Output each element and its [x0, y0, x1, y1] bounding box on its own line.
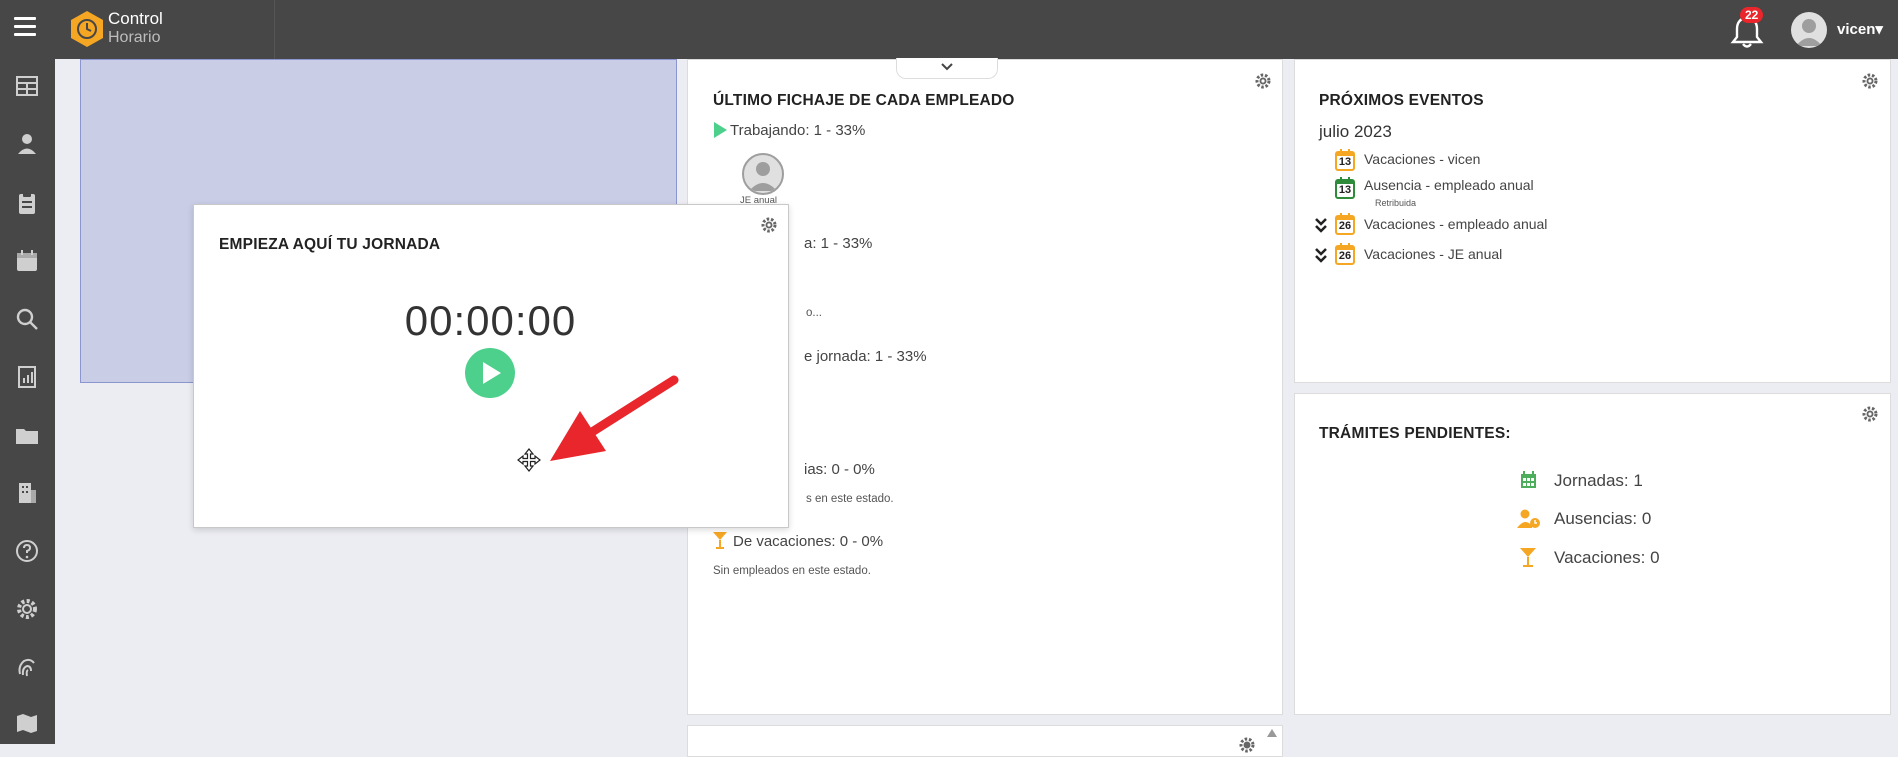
gear-icon[interactable] [1238, 736, 1256, 754]
folder-icon[interactable] [14, 422, 40, 448]
status-row: ias: 0 - 0% [804, 461, 875, 478]
events-month: julio 2023 [1319, 122, 1392, 141]
status-working: Trabajando: 1 - 33% [730, 122, 866, 139]
calendar-day: 13 [1338, 156, 1352, 168]
eventos-panel: PRÓXIMOS EVENTOS julio 2023 13 Vacacione… [1294, 59, 1891, 383]
building-icon[interactable] [14, 480, 40, 506]
top-bar: Control Horario 22 vicen▾ [0, 0, 1898, 59]
map-icon[interactable] [14, 710, 40, 736]
panel-title: TRÁMITES PENDIENTES: [1319, 425, 1511, 442]
tramite-vacaciones[interactable]: Vacaciones: 0 [1554, 548, 1660, 568]
status-row: o... [806, 307, 822, 319]
user-icon[interactable] [14, 131, 40, 157]
double-chevron-down-icon[interactable] [1314, 247, 1328, 263]
clipboard-icon[interactable] [14, 190, 40, 216]
red-arrow-annotation [550, 375, 679, 461]
double-chevron-down-icon[interactable] [1314, 217, 1328, 233]
notification-badge[interactable]: 22 [1740, 7, 1764, 23]
event-sublabel: Retribuida [1375, 198, 1417, 208]
bottom-panel [687, 725, 1283, 757]
timer-panel[interactable]: EMPIEZA AQUÍ TU JORNADA 00:00:00 [193, 204, 789, 528]
calendar-event-icon: 26 [1335, 213, 1355, 235]
calendar-icon[interactable] [14, 248, 40, 274]
chevron-down-icon [941, 63, 953, 71]
timer-display: 00:00:00 [404, 297, 577, 344]
panel-title: ÚLTIMO FICHAJE DE CADA EMPLEADO [713, 92, 1015, 109]
clock-logo-icon[interactable] [69, 10, 105, 48]
event-label[interactable]: Ausencia - empleado anual [1364, 177, 1534, 193]
cocktail-icon [1520, 548, 1536, 567]
user-clock-icon [1517, 509, 1540, 528]
gear-icon[interactable] [1861, 405, 1879, 423]
tramites-panel: TRÁMITES PENDIENTES: Jornadas: 1 Ausenci… [1294, 393, 1891, 715]
gear-icon[interactable] [1254, 72, 1272, 90]
user-avatar-icon [1796, 19, 1822, 46]
calendar-day: 26 [1338, 220, 1352, 232]
menu-icon[interactable] [14, 17, 36, 39]
calendar-event-icon: 13 [1335, 177, 1355, 199]
gear-icon[interactable] [760, 216, 778, 234]
brand-subtitle: Horario [108, 29, 161, 46]
help-icon[interactable] [14, 538, 40, 564]
calendar-event-icon: 13 [1335, 149, 1355, 171]
calendar-grid-icon [1521, 471, 1536, 488]
status-row: a: 1 - 33% [804, 235, 873, 252]
search-icon[interactable] [14, 306, 40, 332]
dashboard-icon[interactable] [14, 73, 40, 99]
event-label[interactable]: Vacaciones - empleado anual [1364, 216, 1547, 232]
scroll-up-icon[interactable] [1267, 729, 1277, 737]
gear-icon[interactable] [1861, 72, 1879, 90]
panel-title: EMPIEZA AQUÍ TU JORNADA [219, 236, 441, 253]
panel-title: PRÓXIMOS EVENTOS [1319, 92, 1484, 109]
user-avatar-icon [749, 162, 777, 191]
settings-icon[interactable] [14, 596, 40, 622]
calendar-event-icon: 26 [1335, 243, 1355, 265]
collapse-tab[interactable] [896, 58, 998, 79]
start-button[interactable] [465, 348, 515, 398]
calendar-day: 13 [1338, 184, 1352, 196]
tramite-ausencias[interactable]: Ausencias: 0 [1554, 509, 1651, 529]
status-row: e jornada: 1 - 33% [804, 348, 927, 365]
tramite-jornadas[interactable]: Jornadas: 1 [1554, 471, 1643, 491]
divider [274, 0, 275, 59]
sidebar [0, 59, 55, 744]
play-small-icon [714, 122, 727, 138]
status-note: s en este estado. [806, 493, 894, 505]
calendar-day: 26 [1338, 250, 1352, 262]
employee-avatar[interactable] [742, 153, 784, 195]
event-label[interactable]: Vacaciones - vicen [1364, 151, 1480, 167]
status-note: Sin empleados en este estado. [713, 565, 871, 577]
status-vacations: De vacaciones: 0 - 0% [733, 533, 884, 550]
brand-title: Control [108, 9, 163, 28]
play-icon [483, 362, 501, 384]
report-icon[interactable] [14, 364, 40, 390]
event-label[interactable]: Vacaciones - JE anual [1364, 246, 1502, 262]
fingerprint-icon[interactable] [14, 654, 40, 680]
avatar[interactable] [1791, 12, 1827, 48]
user-menu[interactable]: vicen▾ [1837, 20, 1883, 38]
move-cursor-icon [517, 448, 541, 472]
cocktail-icon [713, 532, 727, 549]
